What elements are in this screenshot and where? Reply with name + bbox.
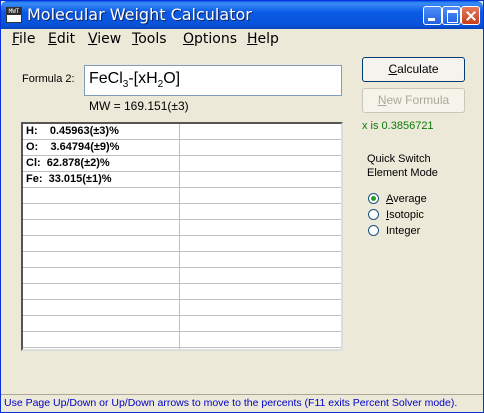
app-window: MWT Molecular Weight Calculator File Edi… (0, 0, 484, 413)
menu-file[interactable]: File (12, 29, 35, 49)
menu-edit[interactable]: Edit (48, 29, 75, 49)
table-row[interactable]: Cl: 62.878(±2)% (23, 156, 341, 172)
table-row[interactable] (23, 284, 341, 300)
formula-input[interactable]: FeCl3-[xH2O] (84, 65, 342, 96)
table-row[interactable] (23, 268, 341, 284)
table-row[interactable]: H: 0.45963(±3)% (23, 124, 341, 140)
app-icon[interactable]: MWT (6, 7, 22, 23)
percent-composition-grid[interactable]: H: 0.45963(±3)% O: 3.64794(±9)% Cl: 62.8… (21, 122, 343, 351)
table-row[interactable]: Fe: 33.015(±1)% (23, 172, 341, 188)
menu-view[interactable]: View (88, 29, 121, 49)
formula-label: Formula 2: (22, 73, 75, 85)
table-row[interactable] (23, 188, 341, 204)
solver-result: x is 0.3856721 (362, 120, 434, 132)
menu-options[interactable]: Options (183, 29, 237, 49)
radio-icon[interactable] (368, 225, 379, 236)
radio-isotopic[interactable]: Isotopic (368, 209, 424, 223)
status-text: Use Page Up/Down or Up/Down arrows to mo… (4, 397, 458, 409)
menu-bar: File Edit View Tools Options Help (1, 29, 483, 49)
table-row[interactable] (23, 204, 341, 220)
close-button[interactable] (461, 6, 480, 25)
menu-tools[interactable]: Tools (132, 29, 167, 49)
new-formula-button[interactable]: New Formula (362, 88, 465, 113)
minimize-button[interactable] (423, 6, 442, 25)
table-row[interactable] (23, 220, 341, 236)
table-row[interactable] (23, 300, 341, 316)
table-row[interactable]: O: 3.64794(±9)% (23, 140, 341, 156)
table-row[interactable] (23, 332, 341, 348)
molecular-weight-readout: MW = 169.151(±3) (89, 99, 189, 113)
quick-switch-label: Quick Switch Element Mode (367, 153, 438, 179)
table-row[interactable] (23, 236, 341, 252)
radio-selected-icon[interactable] (368, 193, 379, 204)
radio-icon[interactable] (368, 209, 379, 220)
menu-help[interactable]: Help (247, 29, 279, 49)
table-row[interactable] (23, 252, 341, 268)
maximize-button[interactable] (442, 6, 461, 25)
table-row[interactable] (23, 316, 341, 332)
window-title: Molecular Weight Calculator (27, 5, 252, 24)
title-bar[interactable]: MWT Molecular Weight Calculator (1, 1, 483, 29)
calculate-button[interactable]: Calculate (362, 57, 465, 82)
radio-average[interactable]: Average (368, 193, 427, 207)
status-bar: Use Page Up/Down or Up/Down arrows to mo… (1, 394, 483, 412)
radio-integer[interactable]: Integer (368, 225, 420, 239)
